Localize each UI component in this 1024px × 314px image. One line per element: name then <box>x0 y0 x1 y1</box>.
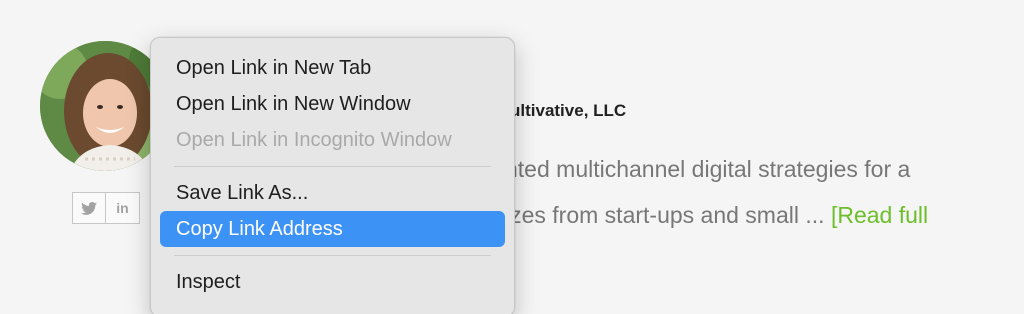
social-links: in <box>72 192 140 224</box>
menu-item-save-link-as[interactable]: Save Link As... <box>160 175 505 211</box>
company-name: ultivative, LLC <box>510 101 627 120</box>
menu-item-inspect[interactable]: Inspect <box>160 264 505 300</box>
bio-text: nted multichannel digital strategies for… <box>505 146 1005 238</box>
context-menu: Open Link in New Tab Open Link in New Wi… <box>150 37 515 314</box>
bio-line: izes from start-ups and small ... [Read … <box>505 192 1005 238</box>
menu-item-open-incognito: Open Link in Incognito Window <box>176 129 452 151</box>
menu-separator <box>174 255 491 256</box>
menu-item-open-new-tab[interactable]: Open Link in New Tab <box>160 50 505 86</box>
twitter-button[interactable] <box>72 192 106 224</box>
bio-line: nted multichannel digital strategies for… <box>505 156 911 182</box>
menu-item-copy-link-address[interactable]: Copy Link Address <box>160 211 505 247</box>
menu-separator <box>174 166 491 167</box>
linkedin-icon: in <box>116 200 129 216</box>
bio-line-text: izes from start-ups and small ... <box>505 202 831 228</box>
linkedin-button[interactable]: in <box>106 192 140 224</box>
twitter-icon <box>81 201 97 215</box>
menu-item-open-new-window[interactable]: Open Link in New Window <box>160 86 505 122</box>
read-full-link[interactable]: [Read full <box>831 202 928 228</box>
page: in ultivative, LLC nted multichannel dig… <box>0 0 1024 314</box>
